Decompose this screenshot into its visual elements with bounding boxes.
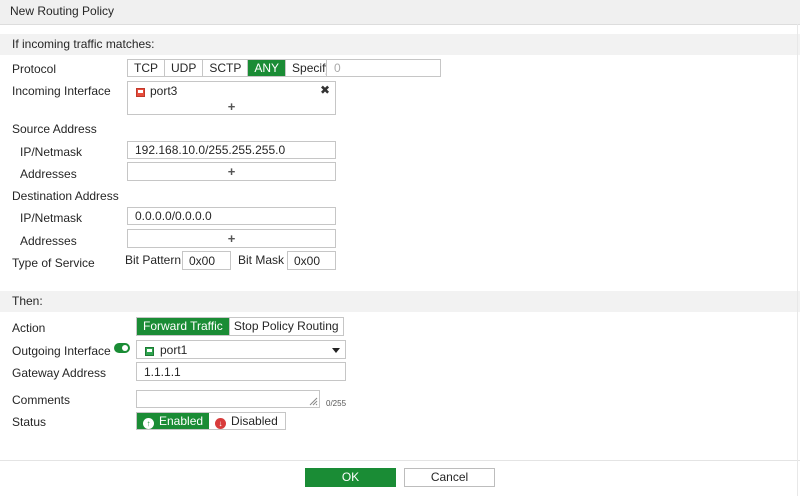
comments-textarea[interactable] (136, 390, 320, 408)
action-option-forward-traffic[interactable]: Forward Traffic (137, 318, 230, 335)
destination-ip-value: 0.0.0.0/0.0.0.0 (135, 209, 212, 223)
gateway-input[interactable]: 1.1.1.1 (136, 362, 346, 381)
comments-counter: 0/255 (326, 399, 347, 408)
chevron-down-icon (332, 348, 340, 353)
protocol-number-placeholder: 0 (334, 61, 341, 75)
section-header-match: If incoming traffic matches: (0, 34, 800, 55)
gateway-label: Gateway Address (12, 366, 107, 380)
protocol-option-tcp[interactable]: TCP (128, 60, 165, 76)
footer-divider (0, 460, 800, 461)
add-icon[interactable]: + (228, 164, 236, 179)
status-label: Status (12, 415, 47, 429)
protocol-label: Protocol (12, 62, 57, 76)
comments-label: Comments (12, 393, 71, 407)
destination-address-heading: Destination Address (12, 189, 119, 203)
destination-ip-label: IP/Netmask (20, 211, 83, 225)
section-heading-then: Then: (12, 294, 43, 308)
section-heading-match: If incoming traffic matches: (12, 37, 155, 51)
arrow-down-circle-icon: ↓ (215, 418, 227, 429)
dialog-title: New Routing Policy (10, 4, 115, 18)
source-address-heading: Source Address (12, 122, 97, 136)
dialog-right-border (797, 24, 798, 496)
outgoing-interface-label: Outgoing Interface (12, 344, 111, 358)
protocol-option-any[interactable]: ANY (248, 60, 287, 76)
toggle-knob (122, 345, 128, 351)
source-addresses-field[interactable]: + (127, 162, 336, 181)
bit-pattern-label: Bit Pattern (125, 253, 182, 267)
action-label: Action (12, 321, 46, 335)
port-icon (136, 85, 145, 99)
source-ip-label: IP/Netmask (20, 145, 83, 159)
protocol-option-sctp[interactable]: SCTP (203, 60, 249, 76)
destination-ip-input[interactable]: 0.0.0.0/0.0.0.0 (127, 207, 336, 225)
cancel-button[interactable]: Cancel (404, 468, 495, 487)
incoming-interface-label: Incoming Interface (12, 84, 111, 98)
resize-handle-icon[interactable] (309, 397, 318, 406)
destination-addresses-field[interactable]: + (127, 229, 336, 248)
add-icon[interactable]: + (228, 231, 236, 246)
arrow-up-circle-icon: ↑ (143, 418, 154, 429)
outgoing-interface-value: port1 (160, 343, 188, 357)
incoming-interface-field[interactable]: port3 ✖ + (127, 81, 336, 115)
protocol-option-udp[interactable]: UDP (165, 60, 204, 76)
action-option-stop-policy-routing[interactable]: Stop Policy Routing (229, 318, 343, 335)
bit-mask-value: 0x00 (294, 254, 321, 268)
gateway-value: 1.1.1.1 (144, 365, 181, 379)
ok-button[interactable]: OK (305, 468, 396, 487)
status-disabled-label: Disabled (231, 414, 278, 428)
section-header-then: Then: (0, 291, 800, 312)
dialog-titlebar: New Routing Policy (0, 0, 800, 25)
remove-icon[interactable]: ✖ (320, 83, 330, 97)
destination-addresses-label: Addresses (20, 234, 77, 248)
action-selector: Forward Traffic Stop Policy Routing (136, 317, 344, 336)
status-selector: ↑ Enabled ↓ Disabled (136, 412, 286, 430)
source-ip-input[interactable]: 192.168.10.0/255.255.255.0 (127, 141, 336, 159)
outgoing-interface-select[interactable]: port1 (136, 340, 346, 359)
port-icon (145, 344, 154, 358)
tos-label: Type of Service (12, 256, 95, 270)
bit-mask-input[interactable]: 0x00 (287, 251, 336, 270)
status-disabled-button[interactable]: ↓ Disabled (209, 413, 285, 429)
source-ip-value: 192.168.10.0/255.255.255.0 (135, 143, 286, 157)
protocol-number-input[interactable]: 0 (326, 59, 441, 77)
status-enabled-button[interactable]: ↑ Enabled (137, 413, 210, 429)
source-addresses-label: Addresses (20, 167, 77, 181)
protocol-selector: TCP UDP SCTP ANY Specify (127, 59, 339, 77)
bit-mask-label: Bit Mask (238, 253, 285, 267)
incoming-interface-value: port3 (150, 84, 178, 98)
status-enabled-label: Enabled (159, 414, 204, 428)
add-icon[interactable]: + (228, 99, 236, 114)
bit-pattern-value: 0x00 (189, 254, 216, 268)
outgoing-interface-toggle[interactable] (114, 343, 130, 353)
bit-pattern-input[interactable]: 0x00 (182, 251, 231, 270)
